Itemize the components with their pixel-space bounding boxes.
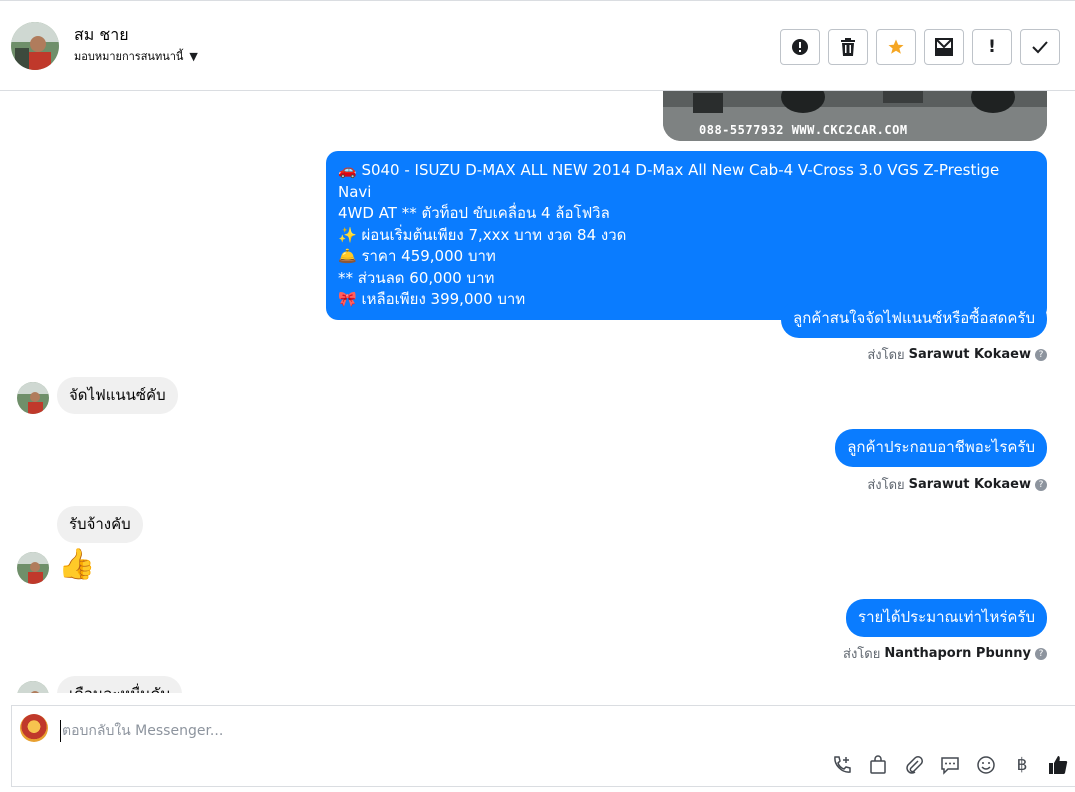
reply-composer: ตอบกลับใน Messenger... ฿ (11, 705, 1075, 787)
envelope-icon (935, 38, 953, 56)
exclamation-icon: ! (988, 37, 996, 57)
sent-by-label: ส่งโดย Sarawut Kokaew ? (867, 474, 1047, 495)
sender-name: Nanthaporn Pbunny (884, 646, 1031, 661)
image-watermark: 088-5577932 WWW.CKC2CAR.COM (699, 123, 908, 137)
page-avatar (20, 714, 48, 742)
shop-button[interactable] (867, 754, 889, 776)
star-icon (888, 39, 904, 54)
contact-name: สม ชาย (74, 25, 129, 44)
phone-plus-icon (834, 756, 851, 773)
message-thread[interactable]: 088-5577932 WWW.CKC2CAR.COM 🚗 S040 - ISU… (0, 91, 1075, 693)
listing-line: 4WD AT ** ตัวท็อป ขับเคลื่อน 4 ล้อโฟวิล (338, 204, 610, 222)
incoming-message[interactable]: รับจ้างคับ (57, 506, 143, 543)
help-icon[interactable]: ? (1035, 478, 1047, 491)
contact-avatar[interactable] (11, 22, 59, 70)
listing-line: 🚗 S040 - ISUZU D-MAX ALL NEW 2014 D-Max … (338, 161, 1000, 201)
attach-button[interactable] (903, 754, 925, 776)
done-button[interactable] (1020, 29, 1060, 65)
trash-icon (841, 38, 855, 56)
outgoing-message[interactable]: รายได้ประมาณเท่าไหร่ครับ (846, 599, 1047, 637)
contact-avatar-small[interactable] (17, 552, 49, 584)
shopping-bag-icon (870, 755, 886, 774)
contact-avatar-small[interactable] (17, 681, 49, 693)
mark-unread-button[interactable] (924, 29, 964, 65)
emoji-button[interactable] (975, 754, 997, 776)
assign-conversation-dropdown[interactable]: มอบหมายการสนทนานี้ ▼ (74, 47, 198, 65)
listing-line: ** ส่วนลด 60,000 บาท (338, 268, 495, 287)
reply-input[interactable]: ตอบกลับใน Messenger... (60, 720, 223, 742)
star-button[interactable] (876, 29, 916, 65)
saved-replies-button[interactable] (939, 754, 961, 776)
call-button[interactable] (831, 754, 853, 776)
delete-button[interactable] (828, 29, 868, 65)
outgoing-message-car-listing[interactable]: 🚗 S040 - ISUZU D-MAX ALL NEW 2014 D-Max … (326, 151, 1047, 320)
chat-bubble-icon (941, 757, 959, 775)
paperclip-icon (906, 756, 923, 774)
sender-name: Sarawut Kokaew (908, 477, 1031, 492)
assign-label: มอบหมายการสนทนานี้ (74, 50, 184, 63)
follow-up-button[interactable]: ! (972, 29, 1012, 65)
outgoing-message[interactable]: ลูกค้าสนใจจัดไฟแนนซ์หรือซื้อสดครับ (781, 300, 1047, 338)
incoming-message[interactable]: เดือนละหมื่นคับ (57, 676, 182, 693)
help-icon[interactable]: ? (1035, 348, 1047, 361)
incoming-message[interactable]: จัดไฟแนนซ์คับ (57, 377, 178, 414)
listing-line: 🛎️ ราคา 459,000 บาท (338, 247, 496, 265)
payment-button[interactable]: ฿ (1011, 754, 1033, 776)
composer-toolbar: ฿ (831, 754, 1069, 776)
report-button[interactable] (780, 29, 820, 65)
alert-circle-icon (792, 39, 808, 55)
conversation-header: สม ชาย มอบหมายการสนทนานี้ ▼ ! (0, 0, 1075, 91)
like-button[interactable] (1047, 754, 1069, 776)
sender-name: Sarawut Kokaew (908, 347, 1031, 362)
contact-avatar-small[interactable] (17, 382, 49, 414)
thumbs-up-icon (1049, 756, 1068, 774)
smiley-icon (977, 756, 995, 774)
listing-line: ✨ ผ่อนเริ่มต้นเพียง 7,xxx บาท งวด 84 งวด (338, 225, 627, 244)
baht-icon: ฿ (1016, 755, 1028, 775)
header-actions: ! (780, 29, 1060, 65)
sent-by-label: ส่งโดย Nanthaporn Pbunny ? (843, 643, 1047, 664)
chevron-down-icon: ▼ (189, 49, 198, 63)
outgoing-message[interactable]: ลูกค้าประกอบอาชีพอะไรครับ (835, 429, 1047, 467)
car-photo[interactable]: 088-5577932 WWW.CKC2CAR.COM (663, 91, 1047, 141)
thumbs-up-emoji[interactable]: 👍 (58, 549, 95, 581)
checkmark-icon (1032, 41, 1048, 54)
sent-by-label: ส่งโดย Sarawut Kokaew ? (867, 344, 1047, 365)
help-icon[interactable]: ? (1035, 647, 1047, 660)
